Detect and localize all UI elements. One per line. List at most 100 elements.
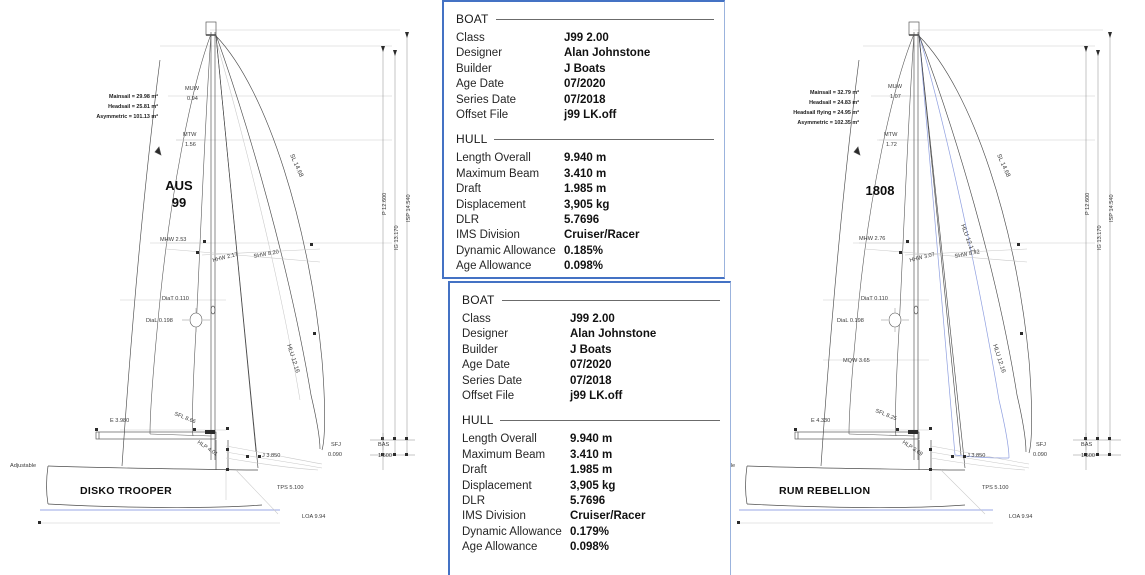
card-bottom-boat-rows: Class J99 2.00 Designer Alan Johnstone B…	[462, 312, 720, 404]
info-row: Maximum Beam 3.410 m	[462, 448, 720, 463]
row-label: Class	[456, 32, 485, 44]
right-area-asymmetric: Asymmetric = 102.35 m²	[797, 120, 859, 126]
right-tps-label: TPS 5.100	[982, 485, 1008, 491]
info-row: Displacement 3,905 kg	[462, 479, 720, 494]
row-value: J Boats	[570, 343, 612, 356]
card-bottom-section-hull-header: HULL	[462, 413, 720, 427]
row-value: Cruiser/Racer	[570, 510, 646, 523]
info-row: Dynamic Allowance 0.185%	[456, 244, 714, 259]
right-area-mainsail: Mainsail = 32.79 m²	[810, 90, 859, 96]
row-label: Dynamic Allowance	[456, 244, 556, 257]
boat-info-card-top: BOAT Class J99 2.00 Designer Alan Johnst…	[442, 0, 725, 279]
card-bottom-section-boat-header: BOAT	[462, 293, 720, 307]
info-row: Age Date 07/2020	[462, 358, 720, 373]
right-p-label: P 12.600	[1085, 193, 1091, 215]
row-value: J99 2.00	[564, 32, 609, 44]
info-row: Builder J Boats	[462, 343, 720, 358]
row-label: IMS Division	[456, 229, 520, 242]
right-sail-number-line1: 1808	[866, 183, 895, 198]
info-row: Builder J Boats	[456, 62, 714, 77]
info-row: Length Overall 9.940 m	[462, 432, 720, 447]
info-row: Designer Alan Johnstone	[456, 46, 714, 61]
info-row: Maximum Beam 3.410 m	[456, 167, 714, 182]
info-row: Designer Alan Johnstone	[462, 327, 720, 342]
left-area-mainsail: Mainsail = 29.98 m²	[109, 94, 158, 100]
left-isp-label: ISP 14.540	[406, 194, 412, 222]
right-mhw-label: MHW 2.76	[859, 236, 885, 242]
info-row: DLR 5.7696	[462, 494, 720, 509]
right-e-label: E 4.330	[811, 418, 830, 424]
left-boat-name: DISKO TROOPER	[80, 485, 172, 497]
left-area-asymmetric: Asymmetric = 101.13 m²	[96, 114, 158, 120]
sail-plan-right: Mainsail = 32.79 m² Headsail = 24.83 m² …	[703, 0, 1145, 575]
row-value: 5.7696	[564, 214, 600, 227]
row-label: Offset File	[456, 109, 509, 122]
row-label: Age Allowance	[462, 541, 538, 554]
right-sfj-value: 0.090	[1033, 452, 1047, 458]
row-label: Length Overall	[462, 433, 537, 446]
right-mtw-label: MTW	[884, 132, 898, 138]
row-value: 3.410 m	[570, 448, 613, 461]
right-mtw-value: 1.72	[886, 142, 897, 148]
card-top-section-boat-title: BOAT	[456, 12, 489, 26]
info-row: Draft 1.985 m	[462, 463, 720, 478]
info-row: Class J99 2.00	[462, 312, 720, 327]
row-label: Series Date	[456, 93, 517, 106]
row-value: 0.185%	[564, 244, 604, 257]
row-label: Displacement	[462, 479, 532, 492]
section-rule	[501, 299, 720, 301]
row-value: 3,905 kg	[564, 198, 610, 211]
row-label: Builder	[462, 343, 498, 356]
right-isp-label: ISP 14.540	[1109, 194, 1115, 222]
row-label: Draft	[462, 464, 487, 477]
left-tps-label: TPS 5.100	[277, 485, 303, 491]
right-dial-label: DiaL 0.198	[837, 318, 864, 324]
left-loa-label: LOA 9.94	[302, 514, 325, 520]
row-label: Designer	[456, 47, 503, 60]
left-ig-label: IG 13.170	[394, 225, 400, 250]
right-hlu-flying-label: HLU 12.17	[959, 223, 976, 254]
info-row: Dynamic Allowance 0.179%	[462, 525, 720, 540]
left-e-label: E 3.980	[110, 418, 129, 424]
row-value: 5.7696	[570, 495, 606, 508]
left-mtw-label: MTW	[183, 132, 197, 138]
right-area-headsail-flying: Headsail flying = 24.95 m²	[793, 110, 859, 116]
section-rule	[495, 18, 714, 20]
row-value: 07/2018	[564, 93, 606, 106]
left-sail-number-line2: 99	[172, 195, 186, 210]
right-sfl-label: SFL 8.25	[874, 408, 897, 422]
row-label: Draft	[456, 183, 481, 196]
info-row: Class J99 2.00	[456, 31, 714, 46]
row-value: 9.940 m	[564, 152, 607, 165]
row-value: 07/2020	[564, 78, 606, 91]
info-row: Offset File j99 LK.off	[462, 389, 720, 404]
right-mqw-label: MQW 3.65	[843, 358, 870, 364]
info-row: IMS Division Cruiser/Racer	[462, 509, 720, 524]
left-adjustable-label: Adjustable	[10, 463, 36, 469]
left-area-headsail: Headsail = 25.81 m²	[108, 104, 158, 110]
right-sfj-label: SFJ	[1036, 442, 1046, 448]
row-value: j99 LK.off	[564, 109, 617, 122]
info-row: IMS Division Cruiser/Racer	[456, 228, 714, 243]
row-value: 1.985 m	[564, 183, 607, 196]
card-top-section-hull-header: HULL	[456, 132, 714, 146]
boat-info-card-bottom: BOAT Class J99 2.00 Designer Alan Johnst…	[448, 281, 731, 575]
right-muw-label: MUW	[888, 84, 903, 90]
card-top-section-boat-header: BOAT	[456, 12, 714, 26]
right-hlp-label: HLP 3.69	[901, 440, 924, 458]
left-bas-label: BAS	[378, 442, 389, 448]
right-j-label: J 3.850	[967, 453, 985, 459]
row-label: Offset File	[462, 390, 515, 403]
left-p-label: P 12.600	[382, 193, 388, 215]
row-label: Class	[462, 313, 491, 325]
section-rule	[494, 138, 714, 140]
row-value: 9.940 m	[570, 433, 613, 446]
left-sfj-label: SFJ	[331, 442, 341, 448]
info-row: Age Allowance 0.098%	[456, 259, 714, 274]
right-diat-label: DiaT 0.110	[861, 296, 888, 302]
row-value: J Boats	[564, 62, 606, 75]
row-label: Dynamic Allowance	[462, 525, 562, 538]
left-sfl-label: SFL 8.66	[173, 411, 196, 425]
left-hlu-label: HLU 12.16	[285, 343, 301, 374]
row-label: Displacement	[456, 198, 526, 211]
